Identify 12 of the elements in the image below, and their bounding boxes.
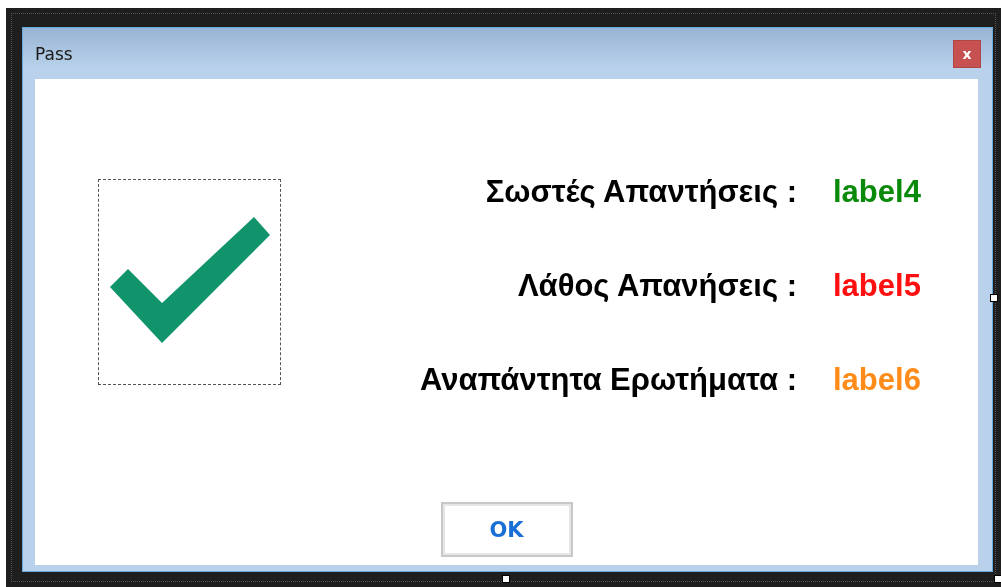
stat-label: Σωστές Απαντήσεις : (485, 173, 797, 211)
resize-handle[interactable] (990, 294, 998, 302)
stat-label: Λάθος Απανήσεις : (517, 267, 797, 305)
resize-handle[interactable] (502, 575, 510, 583)
stat-label: Αναπάντητα Ερωτήματα : (419, 361, 797, 399)
stat-value: label5 (833, 267, 921, 305)
window-title: Pass (35, 43, 73, 64)
ok-button[interactable]: OK (440, 502, 573, 557)
stat-value: label4 (833, 173, 921, 211)
stat-value: label6 (833, 361, 921, 399)
close-button[interactable]: x (953, 39, 981, 68)
resize-handle[interactable] (994, 575, 1001, 583)
